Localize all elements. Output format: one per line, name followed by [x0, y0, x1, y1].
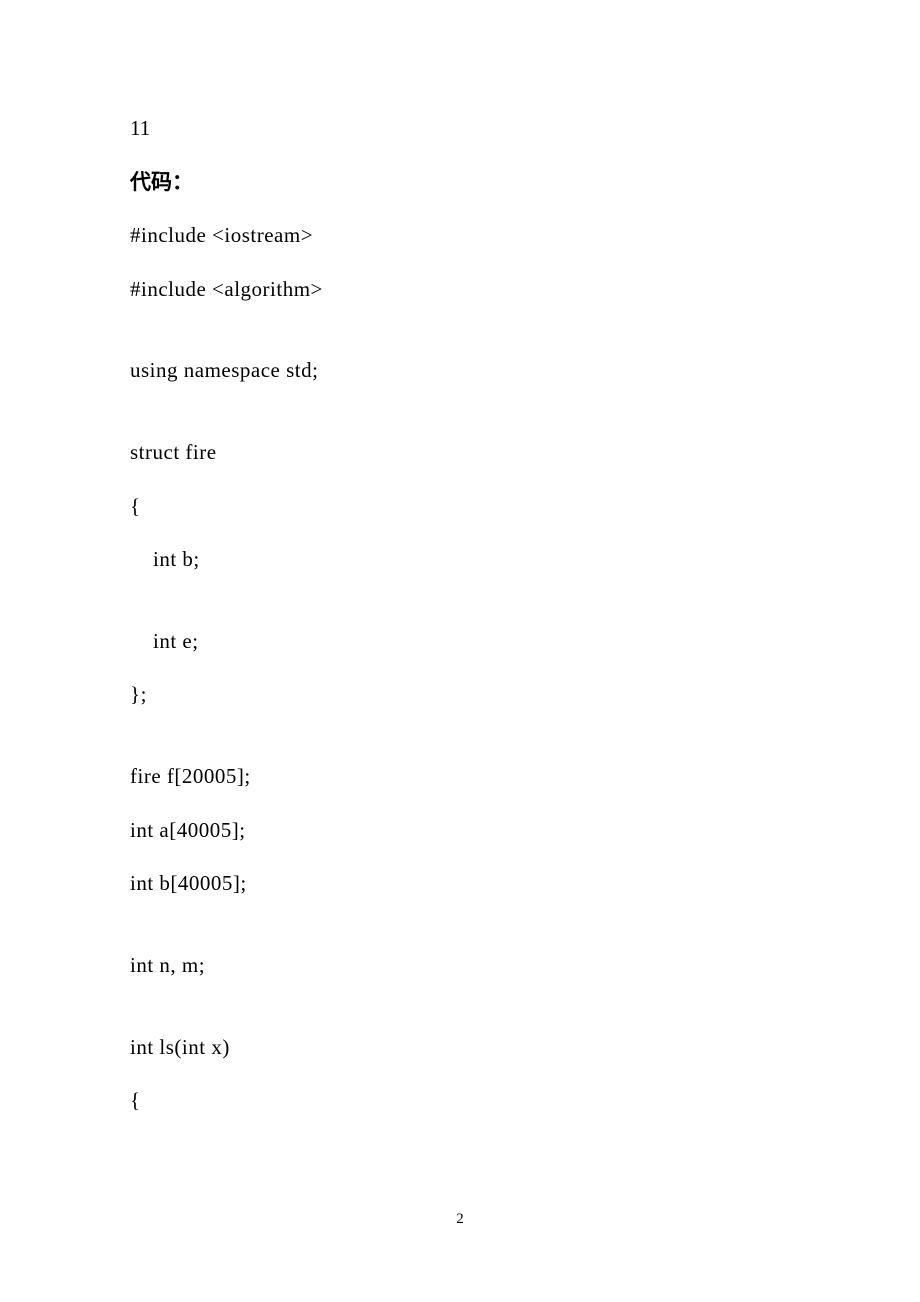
- code-line: struct fire: [130, 440, 790, 466]
- code-line: fire f[20005];: [130, 764, 790, 790]
- code-line: int b[40005];: [130, 871, 790, 897]
- text-line: 11: [130, 116, 790, 142]
- code-line: #include <iostream>: [130, 223, 790, 249]
- blank-line: [130, 736, 790, 764]
- blank-line: [130, 412, 790, 440]
- blank-line: [130, 330, 790, 358]
- code-line: #include <algorithm>: [130, 277, 790, 303]
- page-number: 2: [0, 1210, 920, 1228]
- code-line: };: [130, 682, 790, 708]
- code-line: int ls(int x): [130, 1035, 790, 1061]
- code-line: {: [130, 1088, 790, 1114]
- code-line: int e;: [130, 629, 790, 655]
- blank-line: [130, 925, 790, 953]
- code-line: using namespace std;: [130, 358, 790, 384]
- code-line: int b;: [130, 547, 790, 573]
- code-line: int n, m;: [130, 953, 790, 979]
- code-line: {: [130, 494, 790, 520]
- blank-line: [130, 1007, 790, 1035]
- section-heading-code: 代码：: [130, 170, 790, 196]
- blank-line: [130, 601, 790, 629]
- document-page: 11 代码： #include <iostream> #include <alg…: [0, 0, 920, 1302]
- code-line: int a[40005];: [130, 818, 790, 844]
